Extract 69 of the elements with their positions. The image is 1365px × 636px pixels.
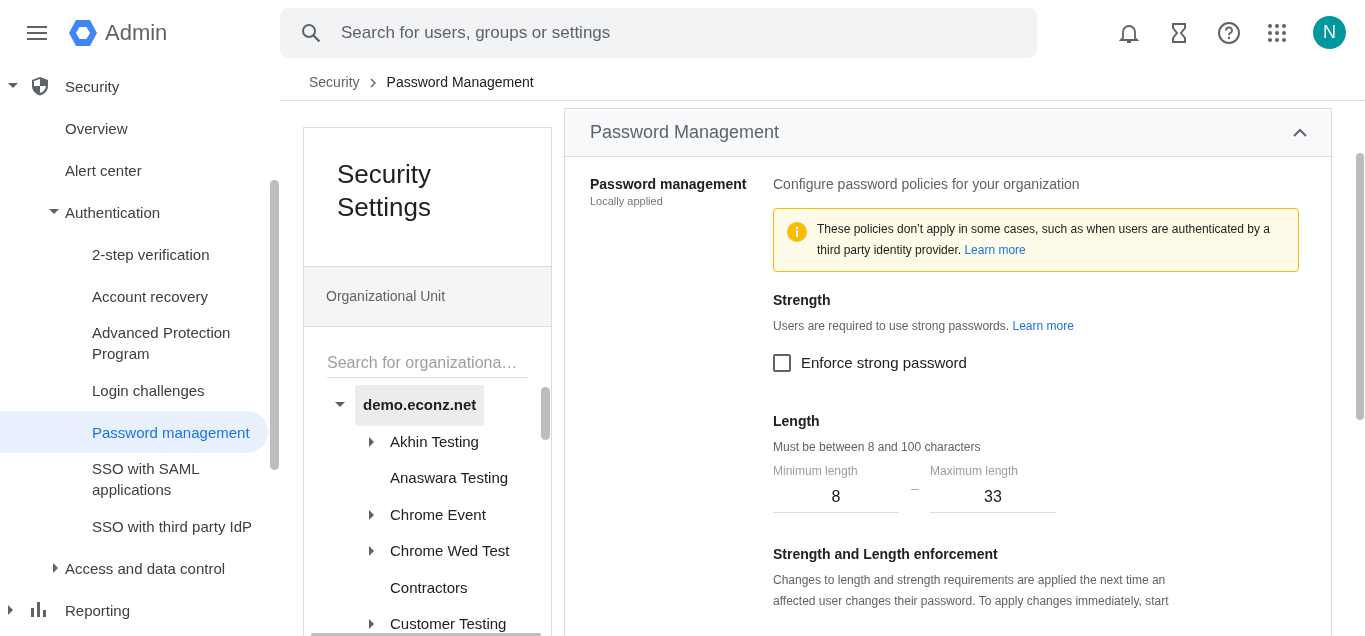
nav-item[interactable]: Login challenges xyxy=(0,369,268,411)
nav-item[interactable]: Password management xyxy=(0,411,268,453)
scrollbar[interactable] xyxy=(270,180,279,470)
caret-down-icon[interactable] xyxy=(334,402,345,409)
info-icon xyxy=(787,222,807,242)
nav-item[interactable]: Account recovery xyxy=(0,275,268,317)
scrollbar[interactable] xyxy=(1356,153,1364,420)
section-title: Strength xyxy=(773,292,832,309)
logo-icon xyxy=(68,18,98,47)
caret-right-icon[interactable] xyxy=(369,619,375,630)
nav-item[interactable]: Reporting xyxy=(0,589,268,631)
section-text: Must be between 8 and 100 characters xyxy=(773,438,982,456)
caret-right-icon[interactable] xyxy=(369,509,375,520)
field-label: Minimum length xyxy=(773,462,859,479)
nav-item[interactable]: Security xyxy=(0,65,268,107)
nav-item[interactable]: Authentication xyxy=(0,191,268,233)
section-title: Length xyxy=(773,412,821,430)
range-separator: – xyxy=(909,480,920,498)
caret-down-icon[interactable] xyxy=(8,83,18,89)
scrollbar[interactable] xyxy=(311,633,541,636)
column-header: Organizational Unit xyxy=(326,287,446,306)
link[interactable]: Learn more xyxy=(964,243,1026,257)
menu-icon[interactable] xyxy=(27,25,47,40)
nav-item[interactable]: SSO with SAML applications xyxy=(0,453,268,505)
search-icon xyxy=(301,22,321,43)
user-avatar[interactable]: N xyxy=(1313,16,1346,49)
scrollbar[interactable] xyxy=(541,387,550,440)
number-field[interactable]: 8 xyxy=(773,482,899,513)
card-title: Password Management xyxy=(590,121,780,144)
panel-title: Security Settings xyxy=(337,158,432,224)
tree-item[interactable]: Akhin Testing xyxy=(390,430,479,453)
number-field[interactable]: 33 xyxy=(930,482,1056,513)
chevron-up-icon[interactable] xyxy=(1293,128,1307,137)
caret-right-icon[interactable] xyxy=(53,563,59,573)
breadcrumb-current: Password Management xyxy=(386,73,534,92)
setting-name: Password management xyxy=(590,176,748,193)
tree-item[interactable]: Customer Testing xyxy=(390,613,507,636)
help-icon[interactable] xyxy=(1217,20,1241,45)
caret-right-icon[interactable] xyxy=(369,436,375,447)
nav-item[interactable]: Alert center xyxy=(0,149,268,191)
nav-item[interactable]: SSO with third party IdP xyxy=(0,505,268,547)
section-title: Strength and Length enforcement xyxy=(773,545,999,563)
section-text: Changes to length and strength requirements are applied the next time an affected user changes their password. To apply changes immediately, start xyxy=(773,571,1170,610)
link[interactable]: Learn more xyxy=(1012,319,1074,333)
nav-item[interactable]: Overview xyxy=(0,107,268,149)
checkbox-option[interactable]: Enforce strong password xyxy=(773,352,1299,375)
caret-right-icon[interactable] xyxy=(369,546,375,557)
setting-status: Locally applied xyxy=(590,194,664,209)
tree-item[interactable]: Chrome Event xyxy=(390,503,486,526)
org-search-field[interactable]: Search for organizationa… xyxy=(327,348,528,378)
shield-icon xyxy=(30,75,50,97)
apps-icon[interactable] xyxy=(1267,22,1287,43)
breadcrumb-link[interactable]: Security xyxy=(309,72,360,93)
tree-item[interactable]: Chrome Wed Test xyxy=(390,540,510,563)
tree-item[interactable]: Anaswara Testing xyxy=(390,467,509,490)
section-text: Users are required to use strong passwords. Learn more xyxy=(773,318,1075,335)
caret-right-icon[interactable] xyxy=(8,605,14,615)
setting-description: Configure password policies for your organization xyxy=(773,176,1081,193)
search-field[interactable]: Search for users, groups or settings xyxy=(280,7,1037,58)
tree-item[interactable]: Contractors xyxy=(390,576,468,599)
nav-item[interactable]: 2-step verification xyxy=(0,233,268,275)
chevron-right-icon xyxy=(369,77,377,88)
app-title: Admin xyxy=(105,19,168,47)
notice-text: These policies don’t apply in some cases, such as when users are authenticated by a third party identity provider. Learn more xyxy=(817,221,1271,259)
nav-item[interactable]: Access and data control xyxy=(0,547,268,589)
caret-down-icon[interactable] xyxy=(49,209,59,215)
field-label: Maximum length xyxy=(930,462,1020,479)
nav-item[interactable]: Advanced Protection Program xyxy=(0,317,268,369)
tree-item[interactable]: demo.econz.net xyxy=(355,385,485,426)
